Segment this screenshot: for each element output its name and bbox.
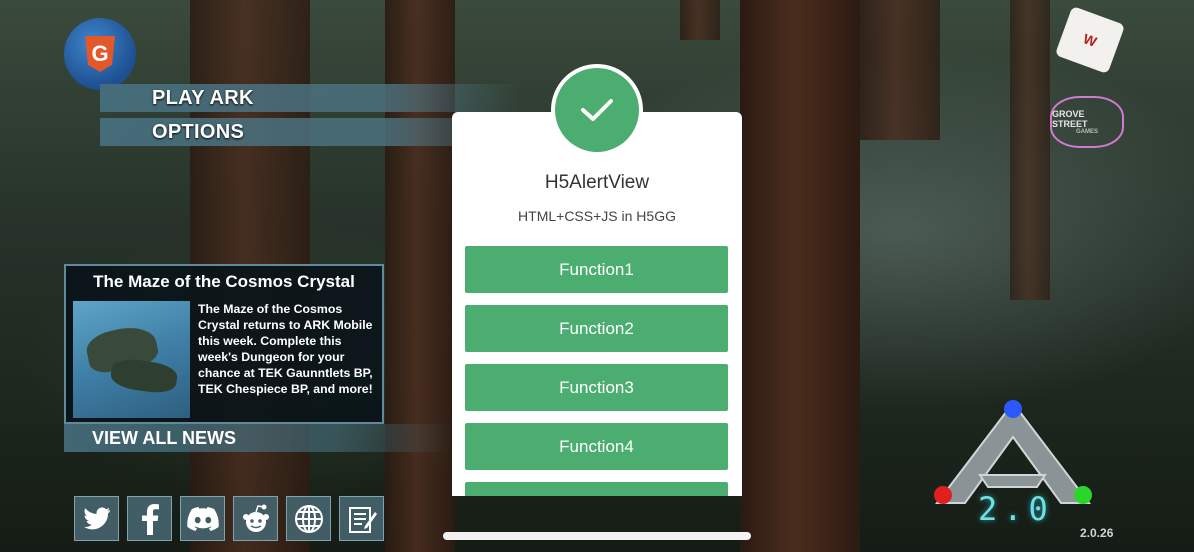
tree-trunk — [385, 0, 455, 552]
tree-trunk — [1010, 0, 1050, 300]
grove-street-games: GAMES — [1075, 129, 1098, 135]
news-title: The Maze of the Cosmos Crystal — [93, 272, 355, 291]
alert-title: H5AlertView — [544, 172, 650, 193]
home-indicator[interactable] — [443, 532, 751, 540]
play-ark-label: PLAY ARK — [152, 87, 254, 109]
discord-icon[interactable] — [180, 496, 225, 541]
social-bar — [74, 496, 384, 541]
function1-button[interactable]: Function1 — [465, 246, 728, 293]
checkmark-icon — [555, 68, 639, 152]
view-all-news-button[interactable]: VIEW ALL NEWS — [64, 424, 454, 452]
news-image — [73, 301, 190, 418]
play-ark-button[interactable]: PLAY ARK — [100, 84, 520, 112]
news-body: The Maze of the Cosmos Crystal returns t… — [198, 302, 373, 396]
game-version-small: 2.0.26 — [1080, 526, 1114, 540]
reddit-icon[interactable] — [233, 496, 278, 541]
h5gg-logo-letter: G — [91, 41, 109, 66]
notes-icon[interactable] — [339, 496, 384, 541]
game-version-large: 2.0 — [978, 490, 1054, 528]
function2-button[interactable]: Function2 — [465, 305, 728, 352]
grove-street-name: GROVE STREET — [1052, 109, 1088, 129]
facebook-icon[interactable] — [127, 496, 172, 541]
globe-icon[interactable] — [286, 496, 331, 541]
function5-button[interactable] — [465, 482, 728, 496]
grove-street-logo: GROVE STREET GAMES — [1050, 96, 1124, 148]
h5gg-logo-icon: G — [85, 36, 115, 72]
news-panel[interactable]: The Maze of the Cosmos Crystal The Maze … — [64, 264, 384, 424]
h5gg-floating-button[interactable]: G — [64, 18, 136, 90]
twitter-icon[interactable] — [74, 496, 119, 541]
function4-button[interactable]: Function4 — [465, 423, 728, 470]
alert-subtitle: HTML+CSS+JS in H5GG — [518, 208, 676, 224]
success-badge — [551, 64, 643, 156]
tree-trunk — [740, 0, 860, 552]
tree-trunk — [860, 0, 940, 140]
h5-alert-dialog: H5AlertView HTML+CSS+JS in H5GG Function… — [452, 112, 742, 496]
function3-button[interactable]: Function3 — [465, 364, 728, 411]
wildcard-logo-text: W — [1081, 30, 1099, 50]
dino-silhouette — [109, 356, 179, 396]
tree-trunk — [680, 0, 720, 40]
view-all-news-label: VIEW ALL NEWS — [92, 428, 236, 448]
options-label: OPTIONS — [152, 121, 245, 143]
